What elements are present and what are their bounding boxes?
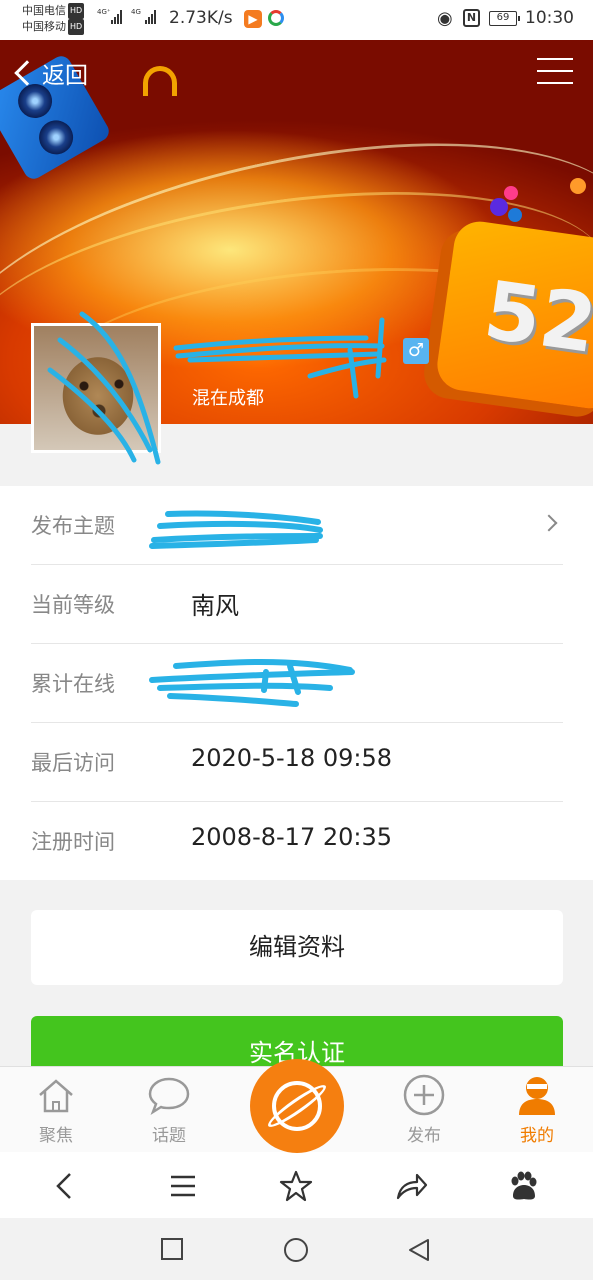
carrier-info: 中国电信 HD 中国移动 HD xyxy=(22,3,85,35)
back-button[interactable]: 返回 xyxy=(12,56,88,90)
app-notification-icon: ▶ xyxy=(244,10,262,28)
star-icon xyxy=(279,1170,313,1202)
bookmark-button[interactable] xyxy=(278,1168,314,1204)
info-row-last-visit: 最后访问 2020-5-18 09:58 xyxy=(31,723,563,802)
square-icon xyxy=(161,1238,183,1260)
hamburger-icon xyxy=(537,58,573,60)
chevron-left-icon xyxy=(14,60,40,86)
hd-badge: HD xyxy=(68,3,85,19)
tab-label: 我的 xyxy=(520,1126,554,1146)
avatar[interactable] xyxy=(31,323,161,453)
status-bar: 中国电信 HD 中国移动 HD 4G⁺ 4G 2.73K/s ▶ ◉ N 69 10… xyxy=(0,0,593,40)
clock: 10:30 xyxy=(525,8,574,28)
info-value: 2008-8-17 20:35 xyxy=(191,823,392,851)
back-label: 返回 xyxy=(42,63,88,89)
tab-topics[interactable]: 话题 xyxy=(134,1073,204,1146)
user-location: 混在成都 xyxy=(192,388,264,409)
share-button[interactable] xyxy=(393,1168,429,1204)
browser-back-button[interactable] xyxy=(48,1168,84,1204)
tab-label: 聚焦 xyxy=(39,1126,73,1146)
info-key: 最后访问 xyxy=(31,751,115,775)
bottom-tab-bar: 聚焦 话题 发布 我的 xyxy=(0,1059,593,1153)
info-key: 累计在线 xyxy=(31,672,115,696)
info-row-topics[interactable]: 发布主题 xyxy=(31,486,563,565)
info-value: 南风 xyxy=(191,592,239,620)
info-key: 当前等级 xyxy=(31,593,115,617)
network-speed: 2.73K/s xyxy=(169,8,233,28)
system-back-button[interactable] xyxy=(406,1237,432,1267)
info-row-level: 当前等级 南风 xyxy=(31,565,563,644)
chevron-right-icon xyxy=(540,514,558,532)
network-type-1: 4G⁺ xyxy=(97,8,111,16)
chat-bubble-icon xyxy=(147,1073,191,1117)
info-value: 2020-5-18 09:58 xyxy=(191,744,392,772)
tab-label: 发布 xyxy=(407,1126,441,1146)
eye-comfort-icon: ◉ xyxy=(437,8,453,29)
signal-icon: 4G⁺ 4G xyxy=(97,8,161,30)
nfc-icon: N xyxy=(463,9,480,27)
carrier-1: 中国电信 xyxy=(22,4,66,17)
username xyxy=(178,335,378,357)
carrier-2: 中国移动 xyxy=(22,20,66,33)
plus-circle-icon xyxy=(402,1073,446,1117)
paw-icon xyxy=(511,1171,537,1200)
badge-520-number: 520 xyxy=(478,263,593,379)
home-icon xyxy=(34,1073,78,1117)
tab-publish[interactable]: 发布 xyxy=(389,1073,459,1146)
tab-mine[interactable]: 我的 xyxy=(502,1073,572,1146)
triangle-back-icon xyxy=(409,1239,429,1261)
tab-label: 话题 xyxy=(152,1126,186,1146)
app-notification-icon xyxy=(268,10,284,26)
info-key: 注册时间 xyxy=(31,830,115,854)
battery-icon: 69 xyxy=(489,11,520,26)
network-type-2: 4G xyxy=(131,8,141,16)
share-icon xyxy=(396,1173,428,1200)
circle-icon xyxy=(284,1238,308,1262)
baidu-button[interactable] xyxy=(505,1168,541,1204)
user-icon xyxy=(515,1073,559,1117)
hd-badge: HD xyxy=(68,19,85,35)
recents-button[interactable] xyxy=(160,1237,184,1265)
edit-profile-button[interactable]: 编辑资料 xyxy=(31,910,563,985)
info-row-register-time: 注册时间 2008-8-17 20:35 xyxy=(31,802,563,881)
browser-toolbar xyxy=(0,1152,593,1218)
profile-info-list: 发布主题 当前等级 南风 累计在线 最后访问 2020-5-18 09:58 注… xyxy=(0,486,593,880)
male-gender-icon: ♂ xyxy=(403,338,429,364)
menu-button[interactable] xyxy=(537,58,573,86)
info-key: 发布主题 xyxy=(31,514,115,538)
chevron-left-icon xyxy=(56,1173,71,1199)
system-nav-bar xyxy=(0,1218,593,1280)
headphone-decoration xyxy=(143,66,177,96)
home-button[interactable] xyxy=(283,1237,309,1267)
menu-icon xyxy=(171,1175,195,1197)
browser-menu-button[interactable] xyxy=(165,1168,201,1204)
badge-520: 520 xyxy=(434,218,593,412)
tab-focus[interactable]: 聚焦 xyxy=(21,1073,91,1146)
info-row-online-time: 累计在线 xyxy=(31,644,563,723)
discover-center-button[interactable] xyxy=(250,1059,344,1153)
